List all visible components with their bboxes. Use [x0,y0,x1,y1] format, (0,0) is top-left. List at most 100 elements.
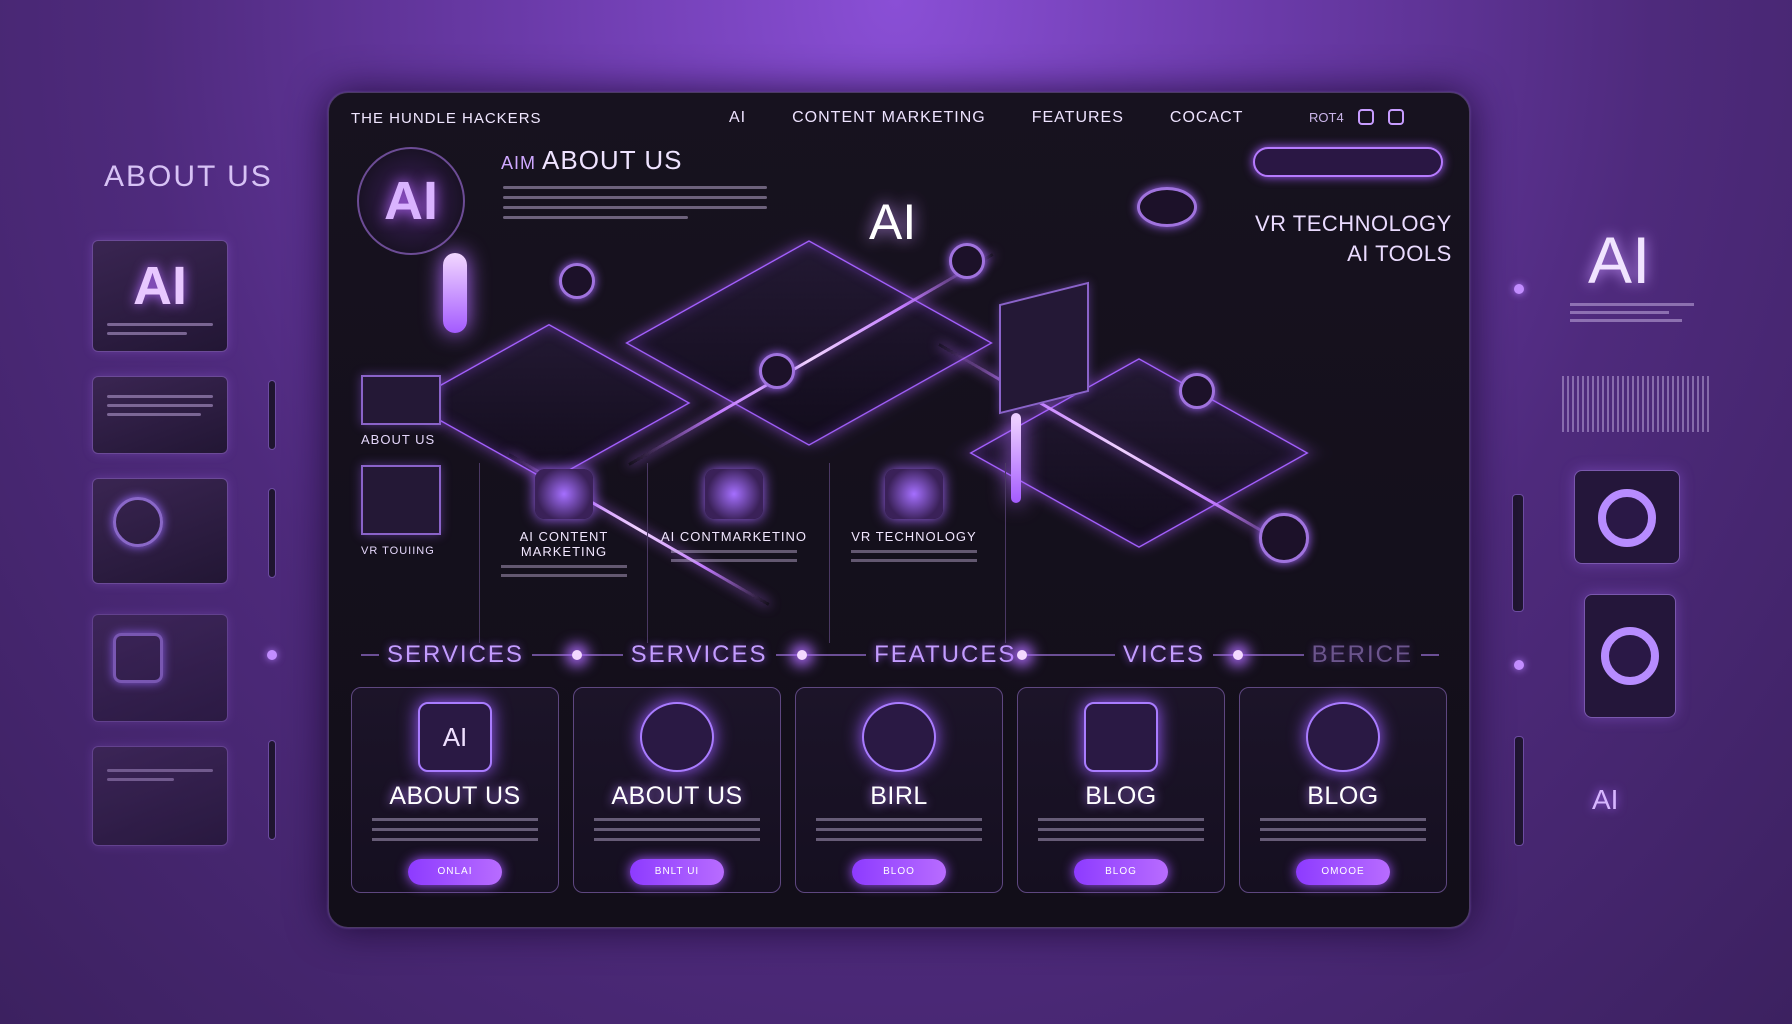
service-card[interactable]: BLOG BLOG [1017,687,1225,893]
right-scrollbar[interactable] [1512,494,1524,612]
right-line [1570,303,1694,306]
thumb-text[interactable] [92,376,228,454]
side-about-title: ABOUT US [104,160,273,193]
book-icon [1084,702,1158,772]
eye-icon [1137,187,1197,227]
nav-link-content-marketing[interactable]: CONTENT MARKETING [792,109,986,127]
instagram-icon[interactable] [1357,109,1374,125]
card-title: ABOUT US [389,782,521,810]
laptop-icon: AI [418,702,492,772]
speaker-icon [1259,513,1309,563]
right-rail-dot[interactable] [1514,660,1524,670]
left-scrollbar[interactable] [268,488,276,578]
text-line [816,828,982,831]
gear-icon [1306,702,1380,772]
text-line [1038,838,1204,841]
service-card[interactable]: ABOUT US BNLT UI [573,687,781,893]
glow-spark [1017,650,1027,660]
right-rail-dot[interactable] [1514,284,1524,294]
globe-icon [640,702,714,772]
light-beam [443,253,467,333]
mini-about-label[interactable]: ABOUT US [361,432,435,447]
mini-vr-thumbnail[interactable] [361,465,441,535]
card-title: BLOG [1085,782,1157,810]
mini-monitor[interactable] [361,375,441,425]
thumb-ai[interactable]: AI [92,240,228,352]
thumb-device[interactable] [92,614,228,722]
section-heading: FEATUCES [874,641,1017,668]
service-card[interactable]: BIRL BLOO [795,687,1003,893]
text-line [372,818,538,821]
divider [1005,463,1006,643]
vr-title-line2: AI TOOLS [1347,241,1452,266]
thumb-line [107,323,213,326]
social-icon[interactable] [1387,109,1404,125]
feature-title: AI CONTMARKETINO [660,529,807,544]
card-button[interactable]: BLOO [852,859,946,885]
service-card[interactable]: BLOG OMOOE [1239,687,1447,893]
thumb-lens[interactable] [92,478,228,584]
glow-spark [572,650,582,660]
text-line [501,574,627,577]
right-line [1570,311,1670,314]
left-rail-dot[interactable] [267,650,277,660]
left-scrollbar[interactable] [268,740,276,840]
nav-link-features[interactable]: FEATURES [1032,109,1124,127]
text-line [372,838,538,841]
text-line [816,838,982,841]
right-barcode [1562,376,1710,432]
thumb-screens[interactable] [92,746,228,846]
hero-node [949,243,985,279]
right-ai-subtext [1570,298,1694,327]
text-line [1260,828,1426,831]
feature-item[interactable]: AI CONTMARKETINO [659,469,809,568]
thumb-ai-text: AI [133,256,187,316]
iso-platform-center [625,240,993,446]
right-line [1570,319,1682,322]
feature-item[interactable]: VR TECHNOLOGY [839,469,989,568]
hologram-screen [999,281,1089,415]
section-heading: SERVICES [630,641,768,668]
card-title: BIRL [870,782,928,810]
section-heading: SERVICES [387,641,524,668]
hero-node [759,353,795,389]
right-ai-logo: AI [1588,223,1651,297]
nav-link-ai[interactable]: AI [729,109,746,127]
thumb-line [107,413,201,416]
divider [479,463,480,643]
left-scrollbar[interactable] [268,380,276,450]
right-card-lens[interactable] [1584,594,1676,718]
section-heading: VICES [1122,641,1206,668]
feature-item[interactable]: AI CONTENT MARKETING [489,469,639,583]
service-cards: AI ABOUT US ONLAI ABOUT US BNLT UI BIRL … [351,687,1451,893]
mini-vr-label[interactable]: VR TOUIING [361,545,435,557]
dash [1421,654,1439,656]
card-title: ABOUT US [611,782,743,810]
nav-link-contact[interactable]: COCACT [1170,109,1244,127]
text-line [501,565,627,568]
text-line [671,559,797,562]
right-scrollbar[interactable] [1514,736,1524,846]
robot-icon [885,469,943,519]
text-line [372,828,538,831]
card-button[interactable]: BLOG [1074,859,1168,885]
card-button[interactable]: OMOOE [1296,859,1390,885]
dash [1213,654,1304,656]
glow-spark [797,650,807,660]
brand-name[interactable]: THE HUNDLE HACKERS [351,110,542,127]
feature-title: VR TECHNOLOGY [851,529,977,544]
right-card-eye[interactable] [1574,470,1680,564]
card-button[interactable]: ONLAI [408,859,502,885]
eye-icon [1598,489,1656,547]
text-line [1038,818,1204,821]
dash [775,654,867,656]
card-button[interactable]: BNLT UI [630,859,724,885]
section-heading: BERICE [1311,641,1413,668]
nav-misc-text[interactable]: ROT4 [1309,110,1344,125]
text-line [816,818,982,821]
service-card[interactable]: AI ABOUT US ONLAI [351,687,559,893]
dash [361,654,379,656]
nav-links: AI CONTENT MARKETING FEATURES COCACT [729,109,1243,127]
vr-ai-tools-title: VR TECHNOLOGY AI TOOLS [1255,209,1452,269]
divider [829,463,830,643]
